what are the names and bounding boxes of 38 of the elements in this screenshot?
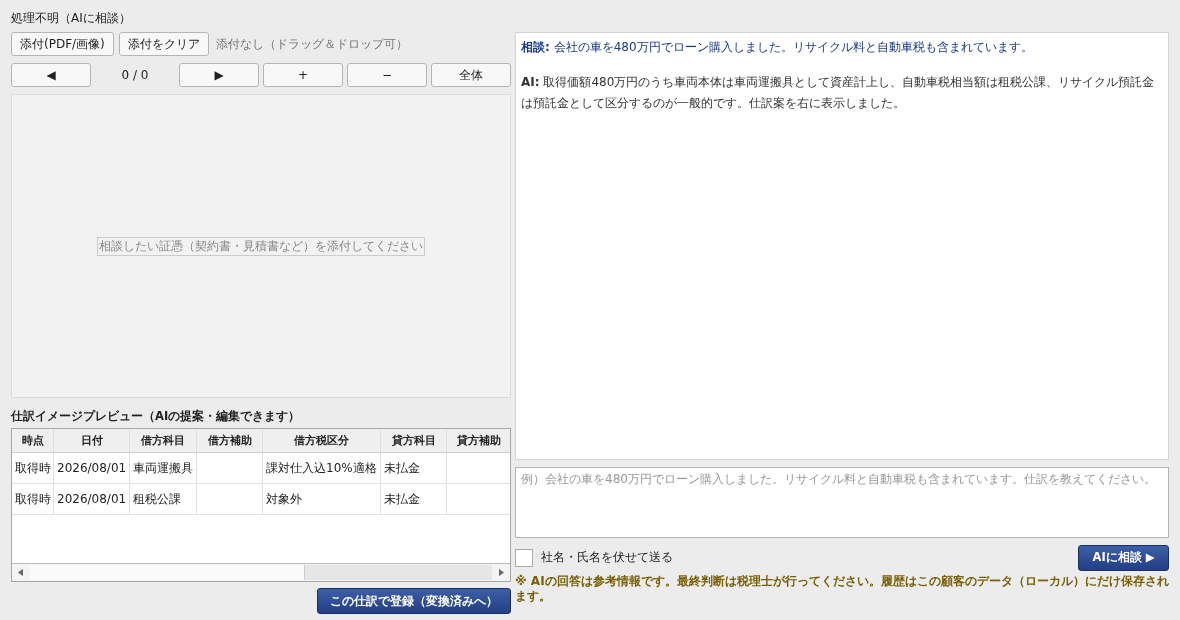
table-cell[interactable]: 対象外 [263,484,381,514]
previous-button[interactable]: ◀ [11,63,91,87]
attach-button[interactable]: 添付をクリア [118,32,209,56]
question-field[interactable]: 例）会社の車を480万円でローン購入しました。リサイクル料と自動車税も含まれています。仕訳を教えてください。 [515,467,1169,538]
column-header[interactable]: 日付 [54,429,130,452]
attach-status: 添付なし（ドラッグ＆ドロップ可） [215,35,408,53]
table-cell[interactable]: 2026/08/01 [54,453,130,483]
page-counter: 0 / 0 [120,67,150,84]
horizontal-scrollbar[interactable] [12,563,510,581]
table-cell[interactable]: 未払金 [381,484,447,514]
column-header[interactable]: 借方税区分 [263,429,381,452]
register-button[interactable]: この仕訳で登録（変換済みへ） [317,588,511,614]
chat-message: 相談: 会社の車を480万円でローン購入しました。リサイクル料と自動車税も含まれています。 [521,39,1034,56]
column-header[interactable]: 借方科目 [130,429,197,452]
attach-button[interactable]: 添付(PDF/画像) [11,32,114,56]
table-cell[interactable]: 取得時 [12,453,54,483]
fit-button[interactable]: 全体 [431,63,511,87]
zoom-out-button[interactable]: − [347,63,427,87]
column-header[interactable]: 時点 [12,429,54,452]
table-cell[interactable]: 車両運搬具 [130,453,197,483]
preview-placeholder: 相談したい証憑（契約書・見積書など）を添付してください [97,236,425,256]
mask-label: 社名・氏名を伏せて送る [541,549,673,566]
table-caption: 仕訳イメージプレビュー（AIの提案・編集できます） [11,408,302,425]
mask-checkbox[interactable] [515,548,533,567]
chat-message: AI: 取得価額480万円のうち車両本体は車両運搬具として資産計上し、自動車税相当額は租税公課、リサイクル預託金は預託金として区分するのが一般的です。仕訳案を右に表示しました。 [521,74,1156,112]
table-cell[interactable]: 2026/08/01 [54,484,130,514]
table-cell[interactable]: 租税公課 [130,484,197,514]
panel-title: 処理不明（AIに相談） [11,10,132,27]
column-header[interactable]: 貸方補助 [447,429,510,452]
table-cell[interactable]: 課対仕入込10%適格 [263,453,381,483]
send-button[interactable]: AIに相談 ▶ [1078,544,1169,571]
column-header[interactable]: 貸方科目 [381,429,447,452]
disclaimer-note: ※ AIの回答は参考情報です。最終判断は税理士が行ってください。履歴はこの顧客のデータ（ローカル）にだけ保存されます。 [515,574,1169,604]
table-cell[interactable]: 取得時 [12,484,54,514]
table-cell[interactable]: 未払金 [381,453,447,483]
next-button[interactable]: ▶ [179,63,259,87]
zoom-in-button[interactable]: + [263,63,343,87]
column-header[interactable]: 借方補助 [197,429,263,452]
